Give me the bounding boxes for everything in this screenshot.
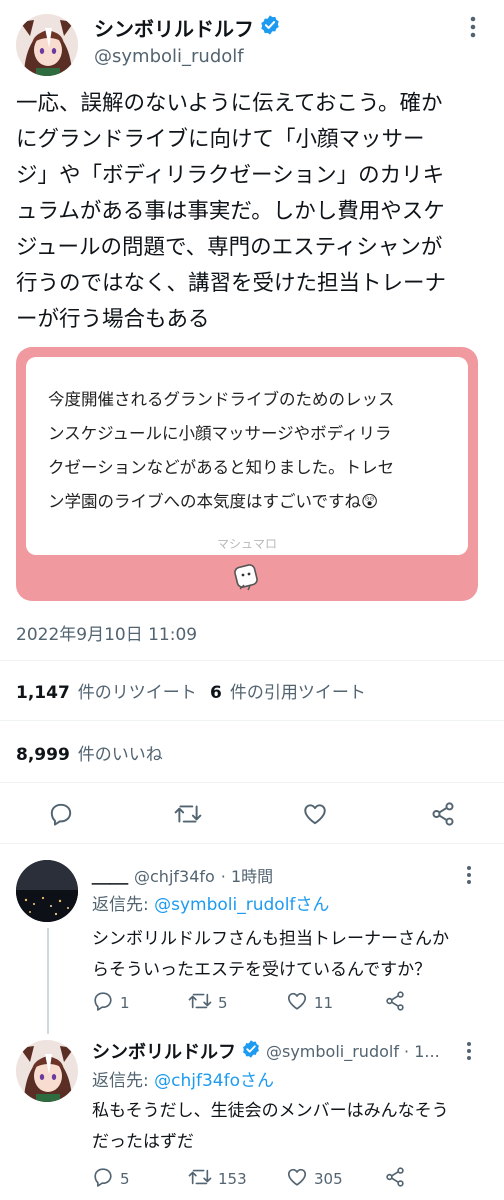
- retweet-icon[interactable]: [174, 801, 202, 827]
- tweet-text-line: ジュールの問題で、専門のエスティシャンが: [16, 235, 443, 260]
- tweet-text: 一応、誤解のないように伝えておこう。確か にグランドライブに向けて「小顔マッサー…: [16, 86, 496, 338]
- reply-icon: [92, 990, 114, 1016]
- marshmallow-question-line: ンスケジュールに小顔マッサージやボディリラ: [48, 424, 392, 443]
- reply-text-line: シンボリルドルフさんも担当トレーナーさんか: [92, 929, 449, 949]
- quote-stats[interactable]: 6 件の引用ツイート: [210, 678, 366, 703]
- reply-count: 5: [120, 1170, 130, 1188]
- marshmallow-question: 今度開催されるグランドライブのためのレッス ンスケジュールに小顔マッサージやボデ…: [48, 383, 448, 519]
- reply-text-line: らそういったエステを受けているんですか？: [92, 960, 432, 980]
- tweet-text-line: 一応、誤解のないように伝えておこう。確か: [16, 91, 443, 116]
- reply-action-like[interactable]: 11: [286, 990, 333, 1016]
- author-name[interactable]: シンボリルドルフ: [94, 13, 254, 42]
- reply-text-line: 私もそうだし、生徒会のメンバーはみんなそう: [92, 1101, 449, 1121]
- retweet-count: 153: [218, 1170, 247, 1188]
- share-icon[interactable]: [384, 1166, 406, 1192]
- heart-icon: [286, 1166, 308, 1192]
- reply-to-label: 返信先:: [92, 895, 155, 915]
- tweet-text-line: ジ」や「ボディリラクゼーション」のカリキ: [16, 163, 445, 188]
- reply-action-reply[interactable]: 5: [92, 1166, 130, 1192]
- heart-icon[interactable]: [302, 801, 328, 827]
- reply-author-name[interactable]: シンボリルドルフ: [92, 1038, 236, 1064]
- divider: [0, 660, 504, 661]
- quote-label: 件の引用ツイート: [229, 683, 366, 703]
- quote-count: 6: [210, 683, 222, 703]
- reply-to-mention[interactable]: @chjf34foさん: [154, 1071, 274, 1091]
- reply-to: 返信先: @symboli_rudolfさん: [92, 890, 329, 915]
- divider: [0, 720, 504, 721]
- share-icon[interactable]: [384, 990, 406, 1016]
- retweet-count: 5: [218, 994, 228, 1012]
- heart-icon: [286, 990, 308, 1016]
- retweet-stats[interactable]: 1,147 件のリツイート: [16, 678, 197, 703]
- reply-author-name[interactable]: ＿＿: [92, 862, 128, 888]
- reply-to-label: 返信先:: [92, 1071, 155, 1091]
- like-stats[interactable]: 8,999 件のいいね: [16, 740, 163, 765]
- tweet-text-line: にグランドライブに向けて「小顔マッサー: [16, 127, 425, 152]
- reply-text-line: だったはずだ: [92, 1132, 194, 1152]
- tweet-text-line: 行うのではなく、講習を受けた担当トレーナ: [16, 271, 447, 296]
- marshmallow-brand: マシュマロ: [216, 537, 277, 551]
- reply-to: 返信先: @chjf34foさん: [92, 1066, 274, 1091]
- reply-action-retweet[interactable]: 5: [188, 990, 228, 1016]
- tweet-text-line: ュラムがある事は事実だ。しかし費用やスケ: [16, 199, 445, 224]
- author-avatar[interactable]: [16, 14, 78, 76]
- reply-count: 1: [120, 994, 130, 1012]
- retweet-label: 件のリツイート: [77, 683, 197, 703]
- reply-action-retweet[interactable]: 153: [188, 1166, 247, 1192]
- thread-line: [47, 928, 49, 1034]
- reply-action-reply[interactable]: 1: [92, 990, 130, 1016]
- divider: [0, 782, 504, 783]
- verified-badge-icon: [241, 1039, 261, 1063]
- reply-time[interactable]: · 1時間: [221, 863, 273, 887]
- retweet-icon: [188, 1166, 212, 1192]
- like-count: 11: [314, 994, 334, 1012]
- reply-author-handle[interactable]: @symboli_rudolf · 1...: [266, 1042, 440, 1061]
- reply-to-mention[interactable]: @symboli_rudolfさん: [154, 895, 329, 915]
- reply-header: ＿＿ @chjf34fo · 1時間: [92, 862, 273, 888]
- like-count: 8,999: [16, 745, 70, 765]
- share-icon[interactable]: [430, 801, 456, 827]
- like-label: 件のいいね: [77, 745, 163, 765]
- reply-header: シンボリルドルフ @symboli_rudolf · 1...: [92, 1038, 440, 1064]
- marshmallow-logo-icon: [230, 561, 262, 597]
- verified-badge-icon: [259, 14, 281, 40]
- more-dots-icon[interactable]: [466, 1040, 472, 1066]
- divider: [0, 843, 504, 844]
- marshmallow-card-image[interactable]: 今度開催されるグランドライブのためのレッス ンスケジュールに小顔マッサージやボデ…: [16, 347, 478, 601]
- author-name-row[interactable]: シンボリルドルフ: [94, 13, 281, 42]
- reply-icon[interactable]: [48, 801, 74, 827]
- marshmallow-question-line: 今度開催されるグランドライブのためのレッス: [48, 390, 395, 409]
- reply-text: 私もそうだし、生徒会のメンバーはみんなそう だったはずだ: [92, 1096, 492, 1158]
- reply-avatar[interactable]: [16, 1040, 78, 1102]
- like-count: 305: [314, 1170, 343, 1188]
- reply-author-handle[interactable]: @chjf34fo: [134, 867, 215, 886]
- reply-text: シンボリルドルフさんも担当トレーナーさんか らそういったエステを受けているんです…: [92, 924, 492, 986]
- more-dots-icon[interactable]: [470, 14, 476, 46]
- tweet-timestamp[interactable]: 2022年9月10日 11:09: [16, 620, 197, 645]
- marshmallow-question-line: クゼーションなどがあると知りました。トレセ: [48, 458, 395, 477]
- author-handle[interactable]: @symboli_rudolf: [94, 46, 244, 67]
- reply-action-like[interactable]: 305: [286, 1166, 343, 1192]
- tweet-text-line: ーが行う場合もある: [16, 307, 210, 332]
- marshmallow-card-body: 今度開催されるグランドライブのためのレッス ンスケジュールに小顔マッサージやボデ…: [26, 357, 468, 555]
- reply-avatar[interactable]: [16, 860, 78, 922]
- retweet-icon: [188, 990, 212, 1016]
- marshmallow-question-line: ン学園のライブへの本気度はすごいですね😲: [48, 492, 379, 511]
- retweet-count: 1,147: [16, 683, 70, 703]
- reply-icon: [92, 1166, 114, 1192]
- more-dots-icon[interactable]: [466, 864, 472, 890]
